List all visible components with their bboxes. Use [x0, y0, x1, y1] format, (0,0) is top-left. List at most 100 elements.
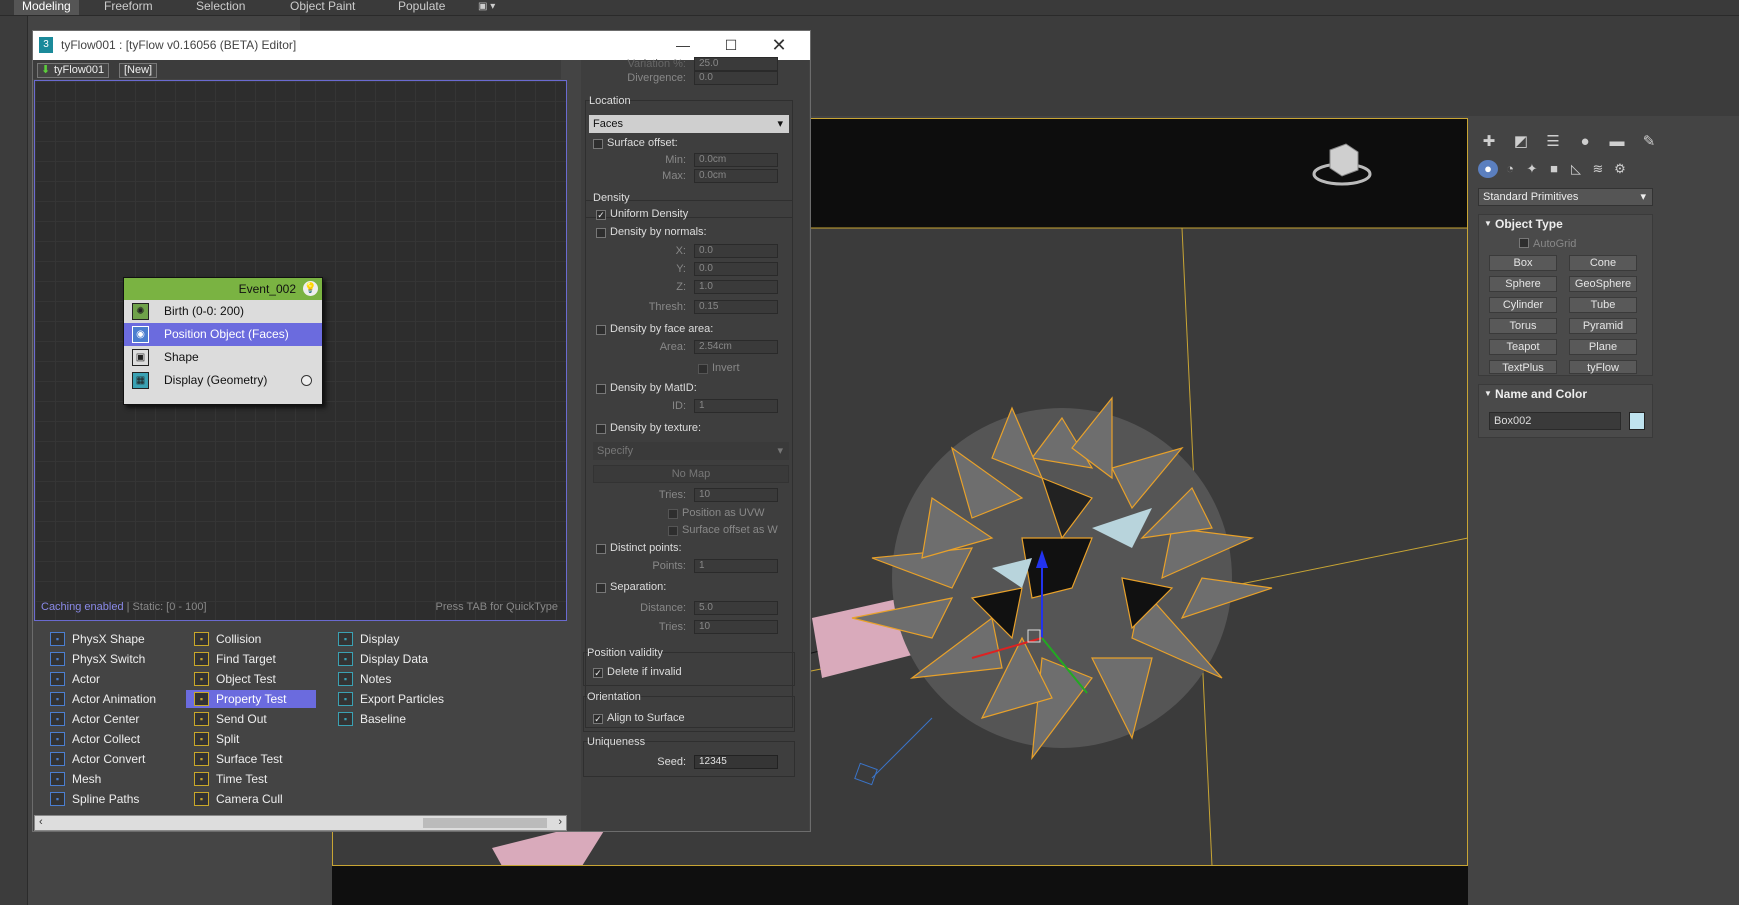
tab-selection[interactable]: Selection — [188, 0, 253, 15]
window-titlebar[interactable]: 3 tyFlow001 : [tyFlow v0.16056 (BETA) Ed… — [33, 31, 810, 60]
operator-display[interactable]: ▦ Display (Geometry) — [124, 369, 322, 392]
maximize-icon[interactable]: ☐ — [721, 35, 741, 55]
cylinder-button[interactable]: Cylinder — [1489, 297, 1557, 313]
modify-tab-icon[interactable]: ◩ — [1510, 132, 1532, 152]
operator-item-actor-convert[interactable]: ▪ Actor Convert — [42, 750, 172, 768]
max-spinner[interactable]: 0.0cm — [694, 169, 778, 183]
scroll-thumb[interactable] — [423, 818, 547, 828]
points-spinner[interactable]: 1 — [694, 559, 778, 573]
operator-position-object[interactable]: ◉ Position Object (Faces) — [124, 323, 322, 346]
operator-item-split[interactable]: ▪ Split — [186, 730, 316, 748]
geosphere-button[interactable]: GeoSphere — [1569, 276, 1637, 292]
category-dropdown[interactable]: Standard Primitives ▾ — [1478, 188, 1653, 206]
min-spinner[interactable]: 0.0cm — [694, 153, 778, 167]
geometry-icon[interactable]: ● — [1478, 160, 1498, 178]
teapot-button[interactable]: Teapot — [1489, 339, 1557, 355]
torus-button[interactable]: Torus — [1489, 318, 1557, 334]
spacewarps-icon[interactable]: ≋ — [1588, 160, 1608, 178]
operator-item-display-data[interactable]: ▪ Display Data — [330, 650, 460, 668]
operator-shape[interactable]: ▣ Shape — [124, 346, 322, 369]
operator-item-actor-collect[interactable]: ▪ Actor Collect — [42, 730, 172, 748]
operator-item-surface-test[interactable]: ▪ Surface Test — [186, 750, 316, 768]
tries2-spinner[interactable]: 10 — [694, 620, 778, 634]
operator-item-physx-shape[interactable]: ▪ PhysX Shape — [42, 630, 172, 648]
motion-tab-icon[interactable]: ● — [1574, 132, 1596, 152]
operator-item-actor[interactable]: ▪ Actor — [42, 670, 172, 688]
distance-spinner[interactable]: 5.0 — [694, 601, 778, 615]
systems-icon[interactable]: ⚙ — [1610, 160, 1630, 178]
density-texture-checkbox[interactable] — [596, 424, 606, 434]
density-matid-checkbox[interactable] — [596, 384, 606, 394]
operator-item-mesh[interactable]: ▪ Mesh — [42, 770, 172, 788]
object-color-swatch[interactable] — [1629, 412, 1645, 430]
density-normals-checkbox[interactable] — [596, 228, 606, 238]
distinct-points-checkbox[interactable] — [596, 544, 606, 554]
operator-item-display[interactable]: ▪ Display — [330, 630, 460, 648]
position-uvw-checkbox[interactable] — [668, 509, 678, 519]
scroll-right-icon[interactable]: › — [558, 816, 562, 828]
flow-graph-canvas[interactable]: Event_002 💡 ✺ Birth (0-0: 200) ◉ Position … — [34, 80, 567, 621]
display-tab-icon[interactable]: ▬ — [1606, 132, 1628, 152]
tyflow-button[interactable]: tyFlow — [1569, 360, 1637, 374]
tube-button[interactable]: Tube — [1569, 297, 1637, 313]
tab-tyflow001[interactable]: ⬇ tyFlow001 — [37, 63, 110, 78]
density-face-area-checkbox[interactable] — [596, 325, 606, 335]
create-tab-icon[interactable]: ✚ — [1478, 132, 1500, 152]
operator-item-camera-cull[interactable]: ▪ Camera Cull — [186, 790, 316, 808]
thresh-spinner[interactable]: 0.15 — [694, 300, 778, 314]
invert-checkbox[interactable] — [698, 364, 708, 374]
delete-invalid-checkbox[interactable]: ✓ — [593, 668, 603, 678]
y-spinner[interactable]: 0.0 — [694, 262, 778, 276]
operator-item-time-test[interactable]: ▪ Time Test — [186, 770, 316, 788]
operator-item-spline-paths[interactable]: ▪ Spline Paths — [42, 790, 172, 808]
operator-item-actor-center[interactable]: ▪ Actor Center — [42, 710, 172, 728]
shapes-icon[interactable]: ◔ — [1500, 160, 1520, 178]
autogrid-checkbox[interactable]: AutoGrid — [1519, 237, 1576, 250]
operator-item-object-test[interactable]: ▪ Object Test — [186, 670, 316, 688]
operator-item-notes[interactable]: ▪ Notes — [330, 670, 460, 688]
lightbulb-icon[interactable]: 💡 — [303, 281, 318, 296]
event-node[interactable]: Event_002 💡 ✺ Birth (0-0: 200) ◉ Position … — [123, 277, 323, 405]
hierarchy-tab-icon[interactable]: ☰ — [1542, 132, 1564, 152]
operator-item-collision[interactable]: ▪ Collision — [186, 630, 316, 648]
cameras-icon[interactable]: ■ — [1544, 160, 1564, 178]
tab-freeform[interactable]: Freeform — [96, 0, 161, 15]
display-color-circle[interactable] — [301, 375, 312, 386]
close-icon[interactable]: ✕ — [769, 35, 789, 55]
surface-offset-w-checkbox[interactable] — [668, 526, 678, 536]
align-surface-checkbox[interactable]: ✓ — [593, 714, 603, 724]
location-dropdown[interactable]: Faces ▾ — [589, 115, 789, 133]
x-spinner[interactable]: 0.0 — [694, 244, 778, 258]
variation-spinner[interactable]: 25.0 — [694, 57, 778, 71]
camera-dropdown-icon[interactable]: ▣ ▾ — [470, 0, 503, 15]
no-map-button[interactable]: No Map — [593, 465, 789, 483]
specify-dropdown[interactable]: Specify ▾ — [593, 442, 789, 460]
z-spinner[interactable]: 1.0 — [694, 280, 778, 294]
operator-item-property-test[interactable]: ▪ Property Test — [186, 690, 316, 708]
name-color-title[interactable]: ▼ Name and Color — [1479, 385, 1652, 403]
operator-item-export-particles[interactable]: ▪ Export Particles — [330, 690, 460, 708]
helpers-icon[interactable]: ◺ — [1566, 160, 1586, 178]
cone-button[interactable]: Cone — [1569, 255, 1637, 271]
lights-icon[interactable]: ✦ — [1522, 160, 1542, 178]
utilities-tab-icon[interactable]: ✎ — [1638, 132, 1660, 152]
tab-modeling[interactable]: Modeling — [14, 0, 79, 15]
operator-item-physx-switch[interactable]: ▪ PhysX Switch — [42, 650, 172, 668]
pyramid-button[interactable]: Pyramid — [1569, 318, 1637, 334]
tab-new[interactable]: [New] — [119, 63, 158, 78]
sphere-button[interactable]: Sphere — [1489, 276, 1557, 292]
id-spinner[interactable]: 1 — [694, 399, 778, 413]
operator-birth[interactable]: ✺ Birth (0-0: 200) — [124, 300, 322, 323]
horizontal-scrollbar[interactable]: ‹ › — [34, 815, 567, 831]
tries-spinner[interactable]: 10 — [694, 488, 778, 502]
viewcube-icon[interactable] — [1312, 138, 1372, 188]
operator-item-baseline[interactable]: ▪ Baseline — [330, 710, 460, 728]
operator-item-find-target[interactable]: ▪ Find Target — [186, 650, 316, 668]
object-name-input[interactable]: Box002 — [1489, 412, 1621, 430]
surface-offset-checkbox[interactable] — [593, 139, 603, 149]
object-type-title[interactable]: ▼ Object Type — [1479, 215, 1652, 233]
tab-populate[interactable]: Populate — [390, 0, 453, 15]
seed-spinner[interactable]: 12345 — [694, 755, 778, 769]
tab-object-paint[interactable]: Object Paint — [282, 0, 363, 15]
operator-item-actor-animation[interactable]: ▪ Actor Animation — [42, 690, 172, 708]
